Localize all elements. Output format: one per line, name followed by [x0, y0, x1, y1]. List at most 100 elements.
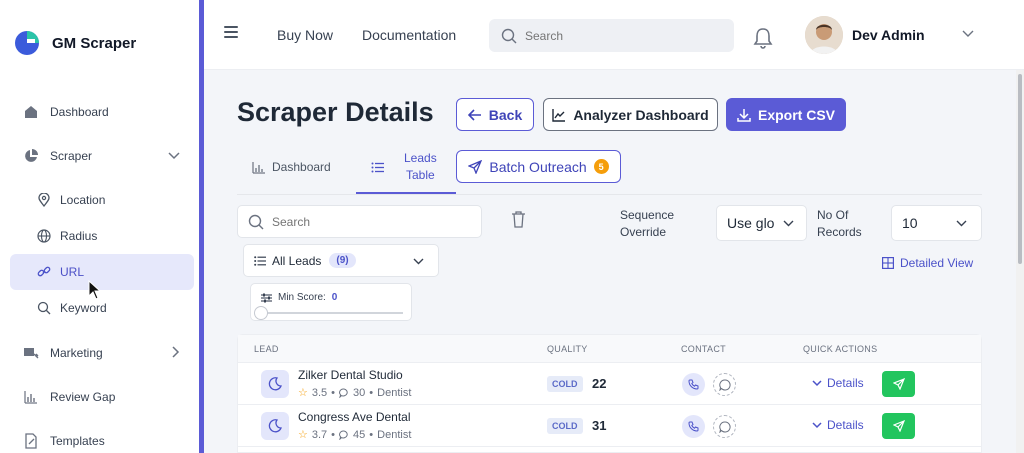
separator-dot: • [369, 386, 374, 399]
link-icon [36, 264, 52, 280]
chevron-down-icon[interactable] [962, 30, 974, 38]
leads-filter-select[interactable]: All Leads (9) [243, 244, 439, 277]
min-score-label: Min Score: [278, 292, 326, 303]
records-select[interactable]: 10 [891, 205, 982, 241]
sidebar-item-templates[interactable]: Templates [10, 423, 194, 453]
leads-search-input[interactable] [272, 214, 472, 229]
chevron-down-icon [956, 220, 967, 227]
sidebar-item-label: Keyword [60, 301, 107, 315]
user-name[interactable]: Dev Admin [852, 27, 925, 43]
lead-name[interactable]: Congress Ave Dental [298, 410, 411, 424]
arrow-left-icon [467, 108, 481, 121]
leads-table: LEAD QUALITY CONTACT QUICK ACTIONS Zilke… [237, 334, 982, 453]
top-search-box[interactable] [489, 19, 734, 52]
status-badge: COLD [547, 376, 583, 392]
column-header-quality: QUALITY [547, 344, 588, 354]
mouse-cursor-icon [88, 280, 102, 300]
sidebar-item-label: Templates [50, 434, 105, 448]
send-icon [468, 159, 483, 174]
separator-dot: • [331, 428, 336, 441]
phone-icon[interactable] [682, 373, 705, 396]
details-button[interactable]: Details [812, 376, 864, 390]
table-row[interactable]: Zilker Dental Studio ☆ 3.5 • 30 • Dentis… [238, 363, 981, 405]
table-header: LEAD QUALITY CONTACT QUICK ACTIONS [238, 335, 981, 363]
comment-icon [339, 430, 348, 440]
documentation-link[interactable]: Documentation [362, 27, 456, 43]
comment-icon [339, 388, 348, 398]
document-edit-icon [22, 432, 40, 450]
buy-now-link[interactable]: Buy Now [277, 27, 333, 43]
page-title: Scraper Details [237, 97, 434, 127]
menu-icon[interactable] [224, 26, 238, 38]
details-button[interactable]: Details [812, 418, 864, 432]
scrollbar-thumb[interactable] [1018, 74, 1022, 264]
records-label-line2: Records [817, 225, 862, 239]
back-button[interactable]: Back [456, 98, 534, 131]
analyzer-dashboard-button[interactable]: Analyzer Dashboard [543, 98, 718, 131]
tab-dashboard[interactable]: Dashboard [252, 160, 331, 174]
sliders-icon [261, 293, 272, 302]
export-csv-button[interactable]: Export CSV [726, 98, 846, 131]
page-scrollbar[interactable] [1016, 70, 1024, 453]
sidebar-item-marketing[interactable]: Marketing [10, 335, 194, 371]
phone-icon[interactable] [682, 415, 705, 438]
download-icon [737, 108, 751, 122]
trash-icon[interactable] [511, 211, 526, 228]
list-icon [254, 255, 266, 266]
records-label: No Of Records [817, 207, 862, 241]
details-label: Details [827, 376, 864, 390]
detailed-view-link[interactable]: Detailed View [882, 256, 973, 270]
sidebar-item-radius[interactable]: Radius [10, 218, 194, 254]
sidebar-item-label: Radius [60, 229, 98, 243]
sidebar-item-review-gap[interactable]: Review Gap [10, 379, 194, 415]
sidebar-item-location[interactable]: Location [10, 182, 194, 218]
tab-leads-table[interactable]: Leads Table [371, 150, 437, 184]
min-score-slider-handle[interactable] [254, 306, 268, 320]
search-icon [36, 300, 52, 316]
send-button[interactable] [882, 413, 915, 439]
lead-meta: ☆ 3.7 • 45 • Dentist [298, 428, 412, 442]
pie-chart-icon [22, 147, 40, 165]
globe-icon [36, 228, 52, 244]
sidebar-item-keyword[interactable]: Keyword [10, 290, 194, 326]
status-badge: COLD [547, 418, 583, 434]
moon-icon [261, 370, 289, 398]
table-row[interactable]: Congress Ave Dental ☆ 3.7 • 45 • Dentist… [238, 405, 981, 447]
whatsapp-icon[interactable] [713, 415, 736, 438]
column-header-lead: LEAD [254, 344, 279, 354]
min-score-track[interactable] [261, 312, 403, 314]
batch-outreach-label: Batch Outreach [489, 158, 587, 175]
sidebar-item-url[interactable]: URL [10, 254, 194, 290]
send-icon [892, 420, 905, 432]
sequence-override-select[interactable]: Use glo [716, 205, 807, 241]
quality-score: 31 [592, 418, 607, 433]
app-logo[interactable]: GM Scraper [14, 30, 136, 56]
sequence-label-line1: Sequence [620, 208, 675, 222]
app-name: GM Scraper [52, 34, 137, 52]
whatsapp-icon[interactable] [713, 373, 736, 396]
leads-search-box[interactable] [237, 205, 482, 238]
batch-count-badge: 5 [593, 159, 609, 174]
chevron-down-icon [413, 258, 424, 265]
lead-category: Dentist [377, 428, 412, 441]
lead-meta: ☆ 3.5 • 30 • Dentist [298, 386, 411, 400]
search-icon [248, 214, 264, 229]
lead-rating: 3.7 [311, 428, 328, 441]
lead-name[interactable]: Zilker Dental Studio [298, 368, 403, 382]
min-score-value: 0 [331, 292, 338, 303]
sequence-value: Use glo [727, 215, 775, 231]
sidebar-item-dashboard[interactable]: Dashboard [10, 94, 194, 130]
chevron-right-icon [172, 346, 180, 361]
top-search-input[interactable] [525, 28, 715, 43]
min-score-label-group: Min Score: 0 [261, 292, 337, 303]
sidebar-item-scraper[interactable]: Scraper [10, 138, 194, 174]
batch-outreach-button[interactable]: Batch Outreach 5 [456, 150, 621, 183]
min-score-filter: Min Score: 0 [250, 283, 412, 321]
sidebar-item-label: URL [60, 265, 85, 279]
sidebar: GM Scraper Dashboard Scraper Location Ra… [0, 0, 200, 453]
chevron-down-icon [168, 149, 180, 163]
avatar[interactable] [805, 16, 843, 54]
bell-icon[interactable] [752, 26, 774, 50]
send-button[interactable] [882, 371, 915, 397]
export-label: Export CSV [757, 106, 835, 123]
